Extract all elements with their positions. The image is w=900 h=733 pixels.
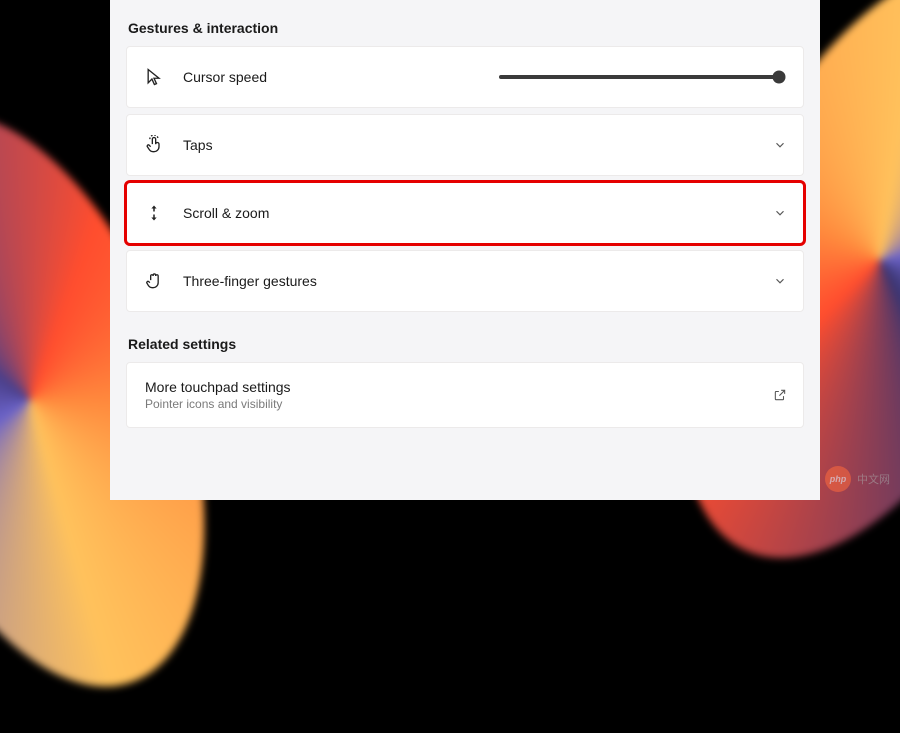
setting-row-more-touchpad[interactable]: More touchpad settings Pointer icons and… [126, 362, 804, 428]
tap-icon [143, 134, 165, 156]
setting-label: More touchpad settings [145, 379, 773, 395]
setting-label: Cursor speed [183, 69, 499, 85]
setting-row-scroll-zoom[interactable]: Scroll & zoom [126, 182, 804, 244]
watermark-text: 中文网 [857, 471, 890, 487]
setting-row-cursor-speed[interactable]: Cursor speed [126, 46, 804, 108]
section-header-related: Related settings [128, 336, 802, 352]
cursor-arrow-icon [143, 66, 165, 88]
watermark: php 中文网 [825, 466, 890, 492]
three-finger-icon [143, 270, 165, 292]
settings-panel: Gestures & interaction Cursor speed Taps [110, 0, 820, 500]
chevron-down-icon [773, 138, 787, 152]
chevron-down-icon [773, 206, 787, 220]
chevron-down-icon [773, 274, 787, 288]
open-external-icon [773, 388, 787, 402]
setting-label: Taps [183, 137, 773, 153]
setting-sublabel: Pointer icons and visibility [145, 397, 773, 411]
cursor-speed-slider[interactable] [499, 75, 779, 79]
setting-row-taps[interactable]: Taps [126, 114, 804, 176]
setting-label: Three-finger gestures [183, 273, 773, 289]
scroll-zoom-icon [143, 202, 165, 224]
section-header-gestures: Gestures & interaction [128, 20, 802, 36]
slider-thumb[interactable] [773, 71, 786, 84]
setting-row-three-finger[interactable]: Three-finger gestures [126, 250, 804, 312]
watermark-badge: php [825, 466, 851, 492]
setting-label: Scroll & zoom [183, 205, 773, 221]
